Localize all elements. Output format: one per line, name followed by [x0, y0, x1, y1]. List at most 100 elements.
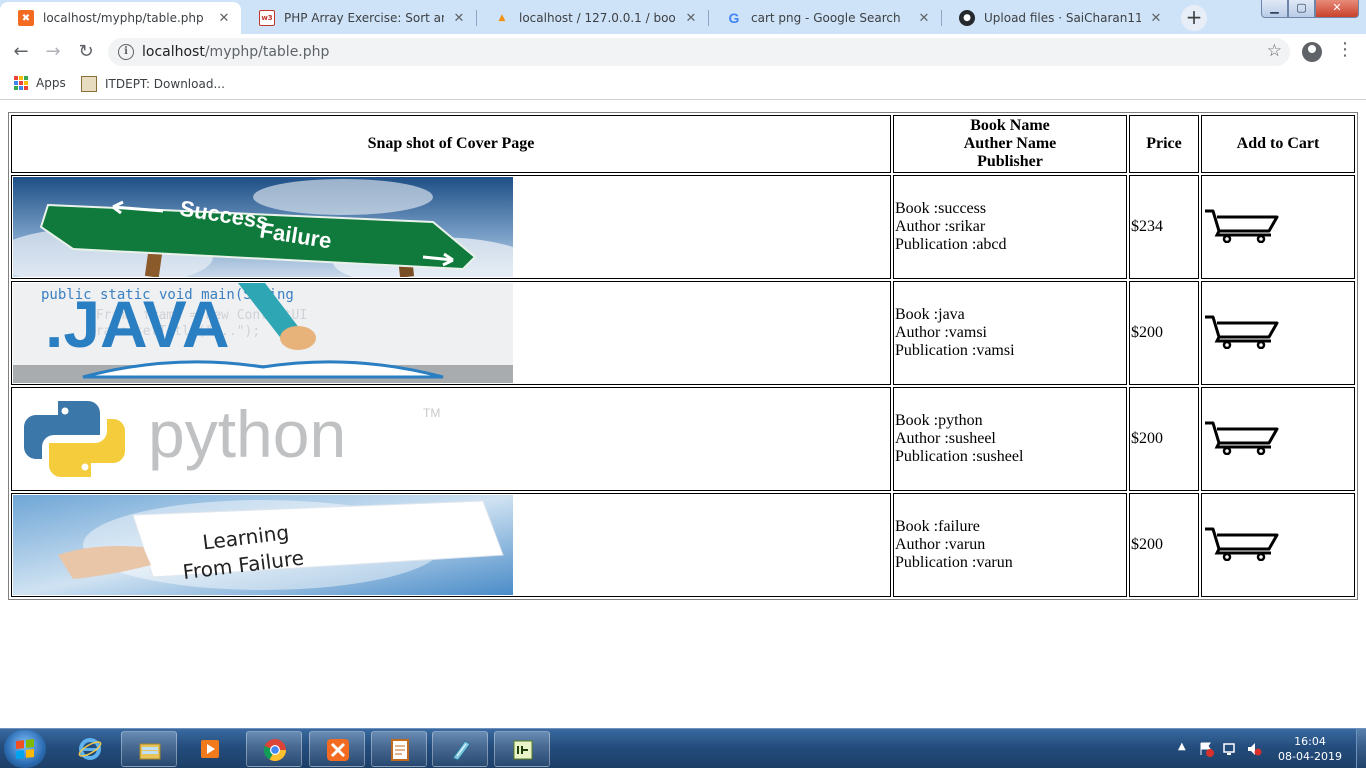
tab-google-search[interactable]: G cart png - Google Search ✕ [708, 2, 941, 34]
header-book-info: Book Name Auther Name Publisher [893, 115, 1127, 173]
book-name: Book :python [895, 412, 983, 429]
table-row: public static void main(String JFrame fr… [11, 281, 1355, 385]
header-add-to-cart: Add to Cart [1201, 115, 1355, 173]
taskbar-notebook[interactable] [432, 731, 488, 767]
taskbar-chrome[interactable] [246, 731, 302, 767]
header-author-name: Auther Name [963, 135, 1057, 152]
taskbar-internet-explorer[interactable] [62, 731, 118, 767]
bookmarks-bar: Apps ITDEPT: Download... [0, 70, 1366, 100]
python-logo-image: python TM [13, 389, 513, 489]
book-info-cell: Book :success Author :srikar Publication… [893, 175, 1127, 279]
cover-text-java: .JAVA [45, 287, 230, 361]
volume-muted-icon[interactable] [1246, 741, 1262, 757]
back-button[interactable]: ← [8, 39, 34, 65]
tab-table-php[interactable]: ✖ localhost/myphp/table.php ✕ [0, 2, 241, 34]
taskbar-terminal[interactable] [494, 731, 550, 767]
page-content: Snap shot of Cover Page Book Name Auther… [0, 101, 1366, 728]
account-avatar-icon[interactable] [1302, 42, 1322, 62]
publication: Publication :varun [895, 554, 1013, 571]
tab-close-icon[interactable]: ✕ [217, 11, 231, 26]
price-cell: $234 [1129, 175, 1199, 279]
publication: Publication :abcd [895, 236, 1007, 253]
site-info-icon[interactable]: i [118, 44, 134, 60]
minimize-button[interactable]: ▁ [1261, 0, 1288, 18]
tab-strip: ✖ localhost/myphp/table.php ✕ w3 PHP Arr… [0, 0, 1366, 34]
bookmark-apps[interactable]: Apps [14, 76, 66, 90]
tab-phpmyadmin[interactable]: ▲ localhost / 127.0.0.1 / book / ca ✕ [476, 2, 708, 34]
w3resource-favicon-icon: w3 [259, 10, 275, 26]
reload-button[interactable]: ↻ [73, 39, 99, 65]
clock-date: 08-04-2019 [1278, 750, 1342, 763]
forward-button[interactable]: → [40, 39, 66, 65]
github-favicon-icon: ● [959, 10, 975, 26]
reload-icon: ↻ [78, 41, 94, 62]
price-cell: $200 [1129, 281, 1199, 385]
tab-title: cart png - Google Search [751, 11, 901, 25]
chrome-menu-icon[interactable]: ⋮ [1336, 39, 1354, 60]
tab-github-upload[interactable]: ● Upload files · SaiCharan1111/W ✕ [941, 2, 1173, 34]
start-orb-icon[interactable] [4, 730, 46, 768]
file-explorer-icon [139, 743, 161, 760]
tab-title: PHP Array Exercise: Sort an asso [284, 11, 444, 25]
tab-title: localhost/myphp/table.php [43, 11, 204, 25]
book-info-cell: Book :python Author :susheel Publication… [893, 387, 1127, 491]
book-name: Book :failure [895, 518, 980, 535]
cover-cell: Success Failure [11, 175, 891, 279]
add-to-cart-cell [1201, 175, 1355, 279]
taskbar-file-explorer[interactable] [121, 731, 177, 767]
author-name: Author :vamsi [895, 324, 987, 341]
show-desktop-button[interactable] [1356, 729, 1366, 768]
bookmark-itdept[interactable]: ITDEPT: Download... [81, 76, 225, 92]
cover-cell: public static void main(String JFrame fr… [11, 281, 891, 385]
notebook-icon [452, 740, 471, 761]
url-path: /myphp/table.php [204, 44, 330, 60]
close-icon: ✕ [1332, 1, 1342, 14]
url-host: localhost [142, 44, 205, 60]
maximize-button[interactable]: ▢ [1288, 0, 1315, 18]
table-row: Learning From Failure Book :failure Auth… [11, 493, 1355, 597]
author-name: Author :srikar [895, 218, 986, 235]
tab-close-icon[interactable]: ✕ [917, 11, 931, 26]
action-center-flag-icon[interactable] [1198, 741, 1214, 757]
terminal-icon [513, 740, 533, 760]
media-player-icon [201, 740, 219, 758]
taskbar-media-player[interactable] [182, 731, 238, 767]
author-name: Author :varun [895, 536, 986, 553]
address-url[interactable]: localhost/myphp/table.php [142, 44, 329, 60]
tab-close-icon[interactable]: ✕ [684, 11, 698, 26]
tab-title: Upload files · SaiCharan1111/W [984, 11, 1141, 25]
taskbar-clock[interactable]: 16:04 08-04-2019 [1270, 734, 1350, 764]
cart-icon[interactable] [1203, 419, 1281, 455]
phpmyadmin-favicon-icon: ▲ [498, 13, 506, 23]
cart-icon[interactable] [1203, 313, 1281, 349]
new-tab-button[interactable]: + [1181, 5, 1207, 31]
forward-arrow-icon: → [45, 41, 61, 62]
author-name: Author :susheel [895, 430, 996, 447]
windows-flag-icon [16, 739, 34, 759]
show-hidden-icons-icon[interactable]: ▲ [1178, 741, 1186, 752]
tab-close-icon[interactable]: ✕ [452, 11, 466, 26]
cover-text-python: python [148, 397, 346, 471]
tab-close-icon[interactable]: ✕ [1149, 11, 1163, 26]
taskbar-notepad[interactable] [371, 731, 427, 767]
taskbar-xampp[interactable] [309, 731, 365, 767]
browser-toolbar: ← → ↻ i localhost/myphp/table.php ☆ ⋮ [0, 34, 1366, 70]
tab-title: localhost / 127.0.0.1 / book / ca [519, 11, 676, 25]
minimize-icon: ▁ [1270, 1, 1279, 14]
cover-image-python: python TM [13, 389, 513, 489]
table-row: python TM Book :python Author :susheel P… [11, 387, 1355, 491]
bookmark-star-icon[interactable]: ☆ [1267, 41, 1282, 61]
tab-php-array-exercise[interactable]: w3 PHP Array Exercise: Sort an asso ✕ [241, 2, 476, 34]
network-icon[interactable] [1222, 741, 1238, 757]
cover-cell: Learning From Failure [11, 493, 891, 597]
itdept-favicon-icon [81, 76, 97, 92]
cover-text-tm: TM [423, 406, 440, 420]
address-bar[interactable]: i localhost/myphp/table.php ☆ [108, 38, 1290, 66]
header-book-name: Book Name [970, 117, 1050, 134]
bookmark-label: Apps [36, 76, 66, 90]
back-arrow-icon: ← [13, 41, 29, 62]
cart-icon[interactable] [1203, 525, 1281, 561]
header-cover: Snap shot of Cover Page [11, 115, 891, 173]
close-window-button[interactable]: ✕ [1315, 0, 1359, 18]
cart-icon[interactable] [1203, 207, 1281, 243]
